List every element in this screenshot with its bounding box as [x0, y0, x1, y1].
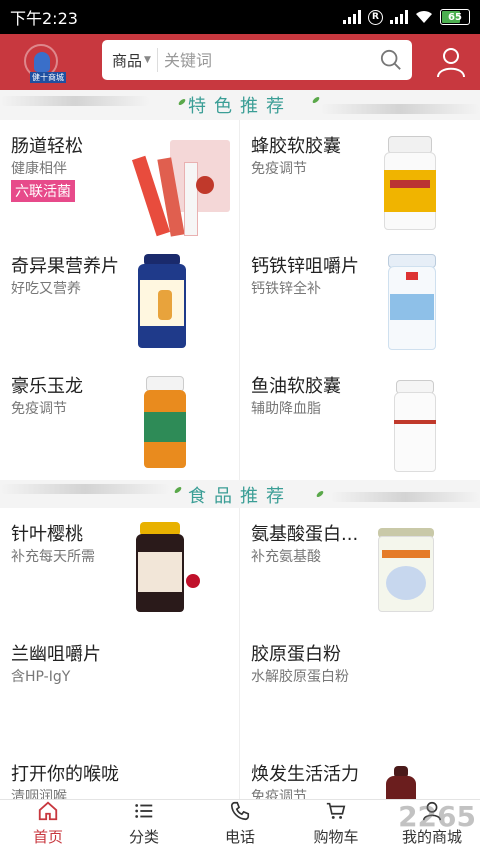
product-name: 肠道轻松 — [11, 136, 83, 157]
nav-label: 首页 — [32, 828, 63, 846]
product-name: 钙铁锌咀嚼片 — [251, 256, 359, 277]
status-time: 下午2:23 — [10, 9, 78, 28]
product-image — [130, 136, 230, 237]
search-icon[interactable] — [380, 49, 402, 71]
cart-icon — [326, 802, 346, 819]
product-name: 兰幽咀嚼片 — [11, 644, 101, 665]
product-name: 打开你的喉咙 — [11, 764, 119, 785]
section-title-text: 食品推荐 — [188, 486, 292, 507]
search-category-label: 商品 — [112, 51, 143, 70]
nav-label: 分类 — [128, 828, 159, 846]
product-card[interactable]: 氨基酸蛋白... 补充氨基酸 — [240, 508, 479, 628]
search-category-select[interactable]: 商品 ▼ — [102, 48, 158, 72]
product-card[interactable]: 胶原蛋白粉 水解胶原蛋白粉 — [240, 628, 479, 748]
product-card[interactable]: 鱼油软胶囊 辅助降血脂 — [240, 360, 479, 480]
search-bar: 商品 ▼ — [102, 40, 412, 80]
product-image — [378, 528, 434, 614]
home-icon — [38, 801, 58, 821]
section-title-featured: 特色推荐 — [0, 90, 480, 120]
product-name: 蜂胶软胶囊 — [251, 136, 341, 157]
signal-icon-2 — [390, 10, 408, 24]
status-icons: R 65 — [343, 9, 470, 25]
section-title-food: 食品推荐 — [0, 480, 480, 510]
product-name: 氨基酸蛋白... — [251, 524, 359, 545]
nav-label: 电话 — [224, 828, 255, 846]
product-desc: 辅助降血脂 — [251, 401, 321, 417]
product-desc: 补充氨基酸 — [251, 549, 321, 565]
product-desc: 钙铁锌全补 — [251, 281, 321, 297]
product-name: 鱼油软胶囊 — [251, 376, 341, 397]
status-bar: 下午2:23 R 65 — [0, 0, 480, 34]
nav-item-home[interactable]: 首页 — [0, 800, 96, 853]
product-name: 针叶樱桃 — [11, 524, 83, 545]
user-icon[interactable] — [436, 46, 466, 78]
signal-icon — [343, 10, 361, 24]
product-desc: 水解胶原蛋白粉 — [251, 669, 349, 685]
product-desc: 免疫调节 — [251, 161, 307, 177]
product-desc: 免疫调节 — [11, 401, 67, 417]
chevron-down-icon: ▼ — [144, 55, 151, 65]
product-desc: 健康相伴 — [11, 161, 67, 177]
logo-text: 健十商城 — [30, 72, 66, 83]
product-card[interactable]: 奇异果营养片 好吃又营养 — [0, 240, 239, 360]
product-card[interactable]: 肠道轻松 健康相伴 六联活菌 — [0, 120, 239, 240]
wifi-icon — [416, 10, 432, 23]
watermark: 2265 — [398, 800, 476, 833]
product-image — [138, 254, 186, 350]
list-icon — [135, 804, 153, 818]
product-desc: 好吃又营养 — [11, 281, 81, 297]
nav-label: 购物车 — [313, 828, 359, 846]
registered-icon: R — [368, 9, 383, 25]
nav-item-category[interactable]: 分类 — [96, 800, 192, 853]
product-image — [144, 376, 186, 470]
nav-item-phone[interactable]: 电话 — [192, 800, 288, 853]
product-card[interactable]: 针叶樱桃 补充每天所需 — [0, 508, 239, 628]
nav-item-cart[interactable]: 购物车 — [288, 800, 384, 853]
section-title-text: 特色推荐 — [188, 96, 292, 117]
app-header: 健十商城 商品 ▼ — [0, 34, 480, 90]
product-card[interactable]: 豪乐玉龙 免疫调节 — [0, 360, 239, 480]
product-desc: 含HP-IgY — [11, 669, 71, 685]
product-card[interactable]: 钙铁锌咀嚼片 钙铁锌全补 — [240, 240, 479, 360]
battery-level: 65 — [448, 11, 462, 23]
product-name: 焕发生活活力 — [251, 764, 359, 785]
product-name: 胶原蛋白粉 — [251, 644, 341, 665]
product-grid-food: 针叶樱桃 补充每天所需 氨基酸蛋白... 补充氨基酸 兰幽咀嚼片 含HP-IgY… — [0, 508, 480, 853]
product-card[interactable]: 蜂胶软胶囊 免疫调节 — [240, 120, 479, 240]
phone-icon — [230, 801, 250, 821]
product-desc: 补充每天所需 — [11, 549, 95, 565]
product-badge: 六联活菌 — [11, 180, 75, 202]
product-name: 奇异果营养片 — [11, 256, 119, 277]
product-image — [380, 136, 440, 232]
product-image — [388, 254, 436, 350]
product-name: 豪乐玉龙 — [11, 376, 83, 397]
search-input[interactable] — [157, 50, 358, 70]
product-image — [394, 380, 436, 472]
product-image — [136, 522, 206, 614]
product-grid-featured: 肠道轻松 健康相伴 六联活菌 蜂胶软胶囊 免疫调节 奇异果营养片 好吃又营养 钙… — [0, 120, 480, 480]
app-logo[interactable]: 健十商城 — [0, 34, 90, 90]
product-card[interactable]: 兰幽咀嚼片 含HP-IgY — [0, 628, 239, 748]
battery-icon: 65 — [440, 9, 470, 25]
